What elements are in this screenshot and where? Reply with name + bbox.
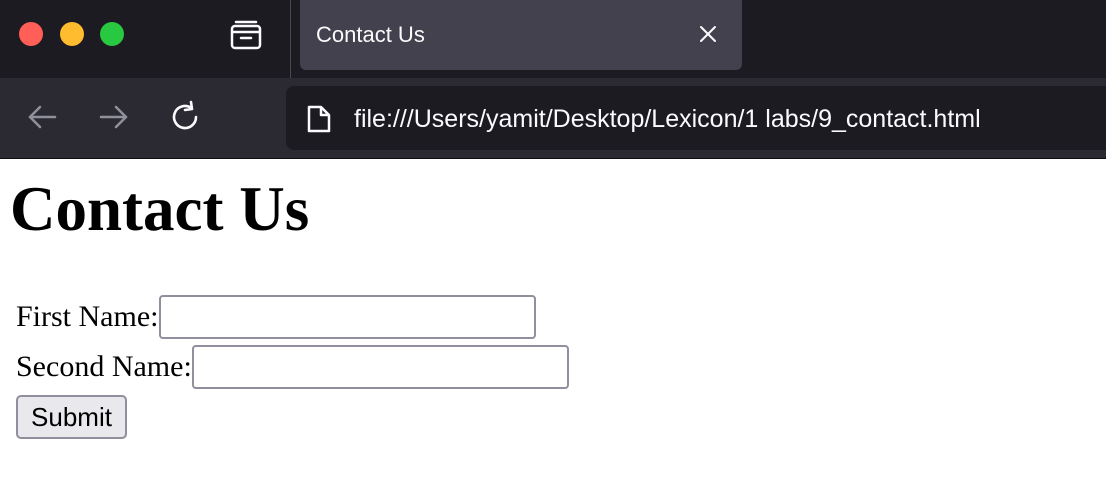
page-title: Contact Us xyxy=(10,174,310,244)
close-icon[interactable] xyxy=(696,22,720,46)
title-bar: Contact Us xyxy=(0,0,1106,78)
window-maximize-button[interactable] xyxy=(100,22,124,46)
tab-manager-icon[interactable] xyxy=(229,19,263,51)
second-name-label: Second Name: xyxy=(16,350,192,383)
back-arrow-icon[interactable] xyxy=(25,100,59,134)
tab-title: Contact Us xyxy=(316,22,425,47)
tab-divider xyxy=(290,0,291,78)
window-close-button[interactable] xyxy=(19,22,43,46)
first-name-row: First Name: xyxy=(16,295,536,339)
tab-contact-us[interactable]: Contact Us xyxy=(300,0,742,70)
window-minimize-button[interactable] xyxy=(60,22,84,46)
address-bar[interactable]: file:///Users/yamit/Desktop/Lexicon/1 la… xyxy=(286,86,1106,150)
forward-arrow-icon[interactable] xyxy=(97,100,131,134)
second-name-row: Second Name: xyxy=(16,345,569,389)
first-name-input[interactable] xyxy=(158,295,536,339)
page-content: Contact Us First Name: Second Name: Subm… xyxy=(0,159,1106,488)
first-name-label: First Name: xyxy=(16,300,159,333)
submit-button[interactable]: Submit xyxy=(16,395,127,439)
navigation-toolbar: file:///Users/yamit/Desktop/Lexicon/1 la… xyxy=(0,78,1106,158)
reload-icon[interactable] xyxy=(169,100,203,134)
url-text[interactable]: file:///Users/yamit/Desktop/Lexicon/1 la… xyxy=(354,104,981,134)
page-icon xyxy=(306,104,332,134)
second-name-input[interactable] xyxy=(191,345,569,389)
